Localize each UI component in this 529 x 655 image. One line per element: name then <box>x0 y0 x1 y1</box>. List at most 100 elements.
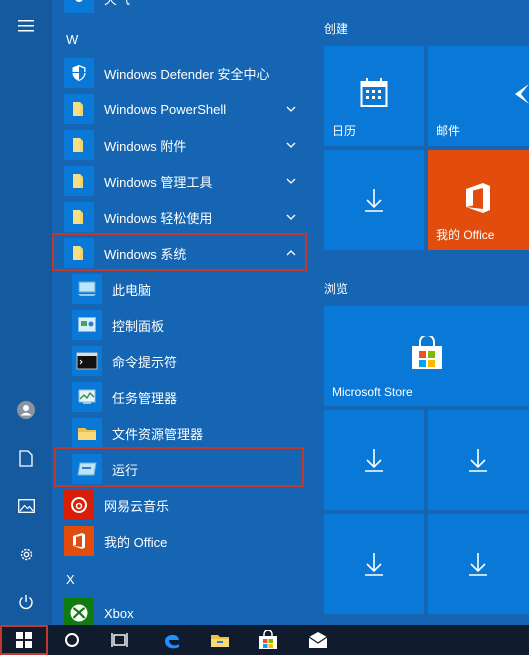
gear-icon <box>20 548 32 560</box>
task-manager-icon <box>72 382 102 412</box>
item-label: Windows 轻松使用 <box>104 210 213 226</box>
folder-icon <box>72 418 102 448</box>
download-tile[interactable] <box>428 410 529 510</box>
account-button[interactable] <box>0 388 52 432</box>
chevron-down-icon[interactable] <box>284 174 298 188</box>
mail-icon <box>308 632 328 648</box>
list-item-xbox[interactable]: Xbox <box>64 595 310 625</box>
power-icon <box>19 595 33 610</box>
letter-header-x[interactable]: X <box>66 572 75 587</box>
power-button[interactable] <box>0 580 52 624</box>
item-label: Windows 管理工具 <box>104 174 213 190</box>
item-label: 任务管理器 <box>112 390 178 406</box>
user-icon <box>17 401 35 419</box>
list-item-command-prompt[interactable]: 命令提示符 <box>72 343 310 379</box>
folder-icon <box>64 202 94 232</box>
highlight-run <box>54 447 304 487</box>
item-label: 文件资源管理器 <box>112 426 204 442</box>
weather-label: 天气 <box>104 0 130 8</box>
download-tile[interactable] <box>324 410 424 510</box>
highlight-windows-system <box>52 233 307 271</box>
tile-label: 我的 Office <box>436 228 495 242</box>
folder-icon <box>64 130 94 160</box>
list-item-netease-music[interactable]: 网易云音乐 <box>64 487 310 523</box>
item-label: 命令提示符 <box>112 354 178 370</box>
chevron-down-icon[interactable] <box>284 138 298 152</box>
list-item-this-pc[interactable]: 此电脑 <box>72 271 310 307</box>
list-item-file-explorer[interactable]: 文件资源管理器 <box>72 415 310 451</box>
weather-icon <box>64 0 94 13</box>
download-tile[interactable] <box>324 514 424 614</box>
download-icon <box>365 449 383 472</box>
folder-icon <box>64 166 94 196</box>
shield-icon <box>64 58 94 88</box>
hamburger-icon <box>18 20 34 32</box>
search-button[interactable] <box>50 625 94 655</box>
download-icon <box>469 449 487 472</box>
item-label: Windows 附件 <box>104 138 187 154</box>
task-view-button[interactable] <box>98 625 142 655</box>
list-item-windows-ease-of-access[interactable]: Windows 轻松使用 <box>64 199 310 235</box>
file-explorer-button[interactable] <box>198 625 242 655</box>
edge-icon <box>165 634 179 649</box>
start-button[interactable] <box>0 625 48 655</box>
tile-area: 创建 日历 邮件 我的 Office 浏览 Microsoft Store <box>314 0 529 625</box>
mail-icon <box>515 84 529 104</box>
taskbar <box>0 625 529 655</box>
item-label: 网易云音乐 <box>104 498 170 514</box>
documents-button[interactable] <box>0 436 52 480</box>
tile-group-title-create[interactable]: 创建 <box>324 20 348 37</box>
expand-menu-button[interactable] <box>0 4 52 48</box>
microsoft-store-tile[interactable]: Microsoft Store <box>324 306 529 406</box>
download-tile[interactable] <box>428 514 529 614</box>
my-office-tile[interactable]: 我的 Office <box>428 150 529 250</box>
settings-button[interactable] <box>0 532 52 576</box>
list-item-windows-accessories[interactable]: Windows 附件 <box>64 127 310 163</box>
tile-group-title-browse[interactable]: 浏览 <box>324 280 348 297</box>
store-icon <box>412 336 442 369</box>
mail-tile[interactable]: 邮件 <box>428 46 529 146</box>
xbox-icon <box>64 598 94 625</box>
letter-header-w[interactable]: W <box>66 32 78 47</box>
edge-button[interactable] <box>150 625 194 655</box>
chevron-down-icon[interactable] <box>284 210 298 224</box>
download-icon <box>365 553 383 576</box>
store-button[interactable] <box>246 625 290 655</box>
item-label: Windows PowerShell <box>104 101 227 117</box>
list-item-control-panel[interactable]: 控制面板 <box>72 307 310 343</box>
app-list[interactable]: 天气 W Windows Defender 安全中心 Windows Power… <box>52 0 314 625</box>
list-item-weather[interactable]: 天气 <box>64 0 310 16</box>
terminal-icon <box>72 346 102 376</box>
item-label: 控制面板 <box>112 318 165 334</box>
item-label: Windows Defender 安全中心 <box>104 66 270 82</box>
pictures-button[interactable] <box>0 484 52 528</box>
office-icon <box>64 526 94 556</box>
item-label: Xbox <box>104 605 134 621</box>
start-rail <box>0 0 52 625</box>
folder-icon <box>64 94 94 124</box>
list-item-my-office[interactable]: 我的 Office <box>64 523 310 559</box>
chevron-down-icon[interactable] <box>284 102 298 116</box>
mail-button[interactable] <box>296 625 340 655</box>
download-tile[interactable] <box>324 150 424 250</box>
pictures-icon <box>17 499 35 513</box>
calendar-icon <box>360 78 388 107</box>
tile-label: Microsoft Store <box>332 385 413 399</box>
list-item-windows-defender[interactable]: Windows Defender 安全中心 <box>64 55 310 91</box>
control-panel-icon <box>72 310 102 340</box>
list-item-task-manager[interactable]: 任务管理器 <box>72 379 310 415</box>
cortana-circle-icon <box>65 633 79 647</box>
folder-icon <box>211 635 229 647</box>
music-icon <box>64 490 94 520</box>
tile-label: 邮件 <box>436 124 461 138</box>
item-label: 我的 Office <box>104 534 168 550</box>
download-icon <box>365 189 383 212</box>
store-icon <box>259 630 277 649</box>
windows-logo-icon <box>16 632 32 648</box>
list-item-windows-powershell[interactable]: Windows PowerShell <box>64 91 310 127</box>
office-icon <box>466 183 490 213</box>
item-label: 此电脑 <box>112 282 152 298</box>
calendar-tile[interactable]: 日历 <box>324 46 424 146</box>
list-item-windows-admin-tools[interactable]: Windows 管理工具 <box>64 163 310 199</box>
computer-icon <box>72 274 102 304</box>
